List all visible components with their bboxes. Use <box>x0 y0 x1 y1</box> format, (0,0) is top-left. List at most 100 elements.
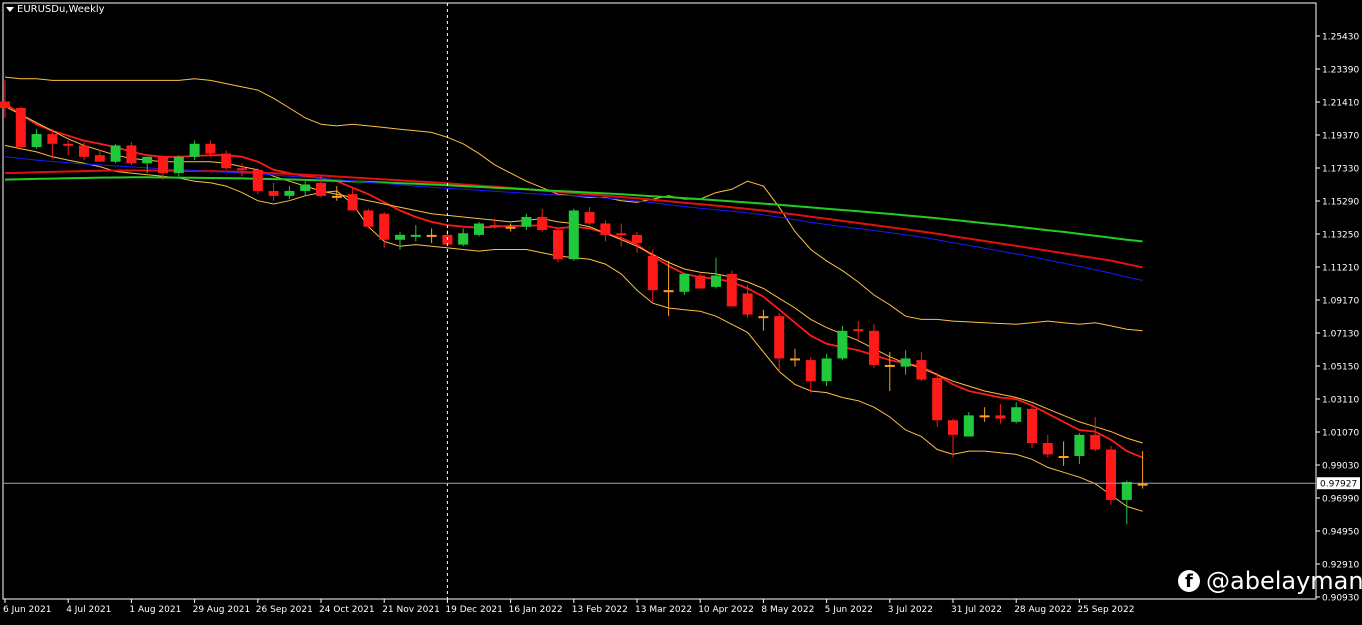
candle-body <box>1011 407 1022 422</box>
candle-body <box>237 168 247 171</box>
candle-body <box>189 143 200 157</box>
candle-body <box>553 229 563 260</box>
candle-body <box>1027 408 1037 444</box>
candle-body <box>252 169 263 191</box>
price-axis[interactable]: 1.25430 1.23390 1.21410 1.19370 1.17330 1.152… <box>1316 33 1360 604</box>
candle-body <box>410 234 421 237</box>
price-tick-label: 0.96990 <box>1322 495 1359 505</box>
candle-body <box>347 194 358 211</box>
price-tick-label: 1.25430 <box>1322 33 1359 43</box>
time-tick-label: 13 Mar 2022 <box>635 605 692 615</box>
time-tick-label: 13 Feb 2022 <box>572 605 628 615</box>
candle-body <box>537 216 548 230</box>
time-tick-label: 31 Jul 2022 <box>951 605 1002 615</box>
watermark-handle: @abelayman <box>1206 567 1362 595</box>
time-tick-label: 26 Sep 2021 <box>256 605 313 615</box>
price-tick-label: 1.15290 <box>1322 198 1359 208</box>
price-tick-label: 1.17330 <box>1322 165 1359 175</box>
candle-body <box>489 225 500 228</box>
candle-body <box>331 195 342 198</box>
price-chart[interactable]: 1.25430 1.23390 1.21410 1.19370 1.17330 1.152… <box>0 0 1362 621</box>
candle-body <box>884 364 895 367</box>
candle-body <box>126 145 137 164</box>
price-tick-label: 0.94950 <box>1322 528 1359 538</box>
time-tick-label: 10 Apr 2022 <box>698 605 754 615</box>
candle-body <box>110 145 121 162</box>
candle-body <box>1058 456 1069 459</box>
candle-body <box>805 360 816 382</box>
candle-body <box>695 275 706 289</box>
candle-body <box>505 226 516 229</box>
candle-body <box>837 330 848 359</box>
candle-body <box>474 223 484 235</box>
candle-body <box>726 273 737 307</box>
time-tick-label: 8 May 2022 <box>761 605 814 615</box>
candle-body <box>600 223 611 235</box>
price-tick-label: 1.05150 <box>1322 363 1359 373</box>
candle-body <box>205 143 216 154</box>
candle-body <box>268 190 279 196</box>
facebook-icon: f <box>1178 570 1200 592</box>
plot-frame <box>2 2 1317 600</box>
price-tick-label: 1.03110 <box>1322 396 1359 406</box>
price-tick-label: 0.99030 <box>1322 462 1359 472</box>
candle-body <box>932 377 943 421</box>
candle-body <box>158 156 168 174</box>
price-tick-label: 1.07130 <box>1322 330 1359 340</box>
dropdown-triangle-icon[interactable] <box>6 7 14 12</box>
time-tick-label: 28 Aug 2022 <box>1014 605 1072 615</box>
price-tick-label: 1.21410 <box>1322 99 1359 109</box>
candle-body <box>1121 482 1132 500</box>
candle-body <box>0 101 10 109</box>
candle-body <box>15 108 26 148</box>
indicator-layer <box>4 76 1143 512</box>
price-tick-label: 1.01070 <box>1322 429 1359 439</box>
candle-body <box>94 155 105 162</box>
candle-body <box>142 156 153 164</box>
watermark: f @abelayman <box>1178 567 1362 595</box>
symbol-label: EURUSDu,Weekly <box>17 4 105 15</box>
time-tick-label: 16 Jan 2022 <box>509 605 563 615</box>
candle-body <box>300 184 311 191</box>
candle-body <box>79 145 89 157</box>
time-tick-label: 3 Jul 2022 <box>888 605 933 615</box>
price-tick-label: 1.11210 <box>1322 264 1359 274</box>
ma_fast-line <box>4 102 1143 459</box>
candle-body <box>963 415 974 437</box>
chart-title[interactable]: EURUSDu,Weekly <box>6 4 105 15</box>
candle-body <box>521 216 532 227</box>
band_lower-line <box>4 144 1143 512</box>
candle-body <box>221 153 232 169</box>
candle-body <box>47 134 58 144</box>
candle-body <box>1090 434 1101 450</box>
time-tick-label: 25 Sep 2022 <box>1077 605 1134 615</box>
price-tick-label: 1.19370 <box>1322 132 1359 142</box>
time-axis[interactable]: 6 Jun 2021 4 Jul 2021 1 Aug 2021 29 Aug 202… <box>3 599 1134 615</box>
time-tick-label: 19 Dec 2021 <box>445 605 503 615</box>
candle-body <box>584 212 595 224</box>
time-tick-label: 1 Aug 2021 <box>129 605 181 615</box>
candle-body <box>995 415 1006 419</box>
candle-body <box>948 420 958 435</box>
band_upper-line <box>4 76 1143 332</box>
candle-body <box>900 358 911 367</box>
crosshair-layer <box>3 3 1316 599</box>
candle-body <box>31 134 42 148</box>
candle-body <box>979 415 990 418</box>
candle-body <box>869 330 879 365</box>
chart-area[interactable]: 1.25430 1.23390 1.21410 1.19370 1.17330 1.152… <box>0 0 1362 621</box>
candle-body <box>1106 449 1116 500</box>
candles-layer <box>0 80 1148 525</box>
candle-body <box>284 190 295 196</box>
time-tick-label: 24 Oct 2021 <box>319 605 375 615</box>
candle-body <box>1074 434 1085 457</box>
candle-body <box>647 256 658 291</box>
candle-body <box>711 275 721 287</box>
candle-body <box>173 156 184 174</box>
time-tick-label: 4 Jul 2021 <box>66 605 111 615</box>
candle-body <box>821 358 832 382</box>
candle-body <box>632 234 642 244</box>
candle-body <box>916 360 927 380</box>
candle-body <box>379 213 390 240</box>
candle-body <box>742 293 753 315</box>
